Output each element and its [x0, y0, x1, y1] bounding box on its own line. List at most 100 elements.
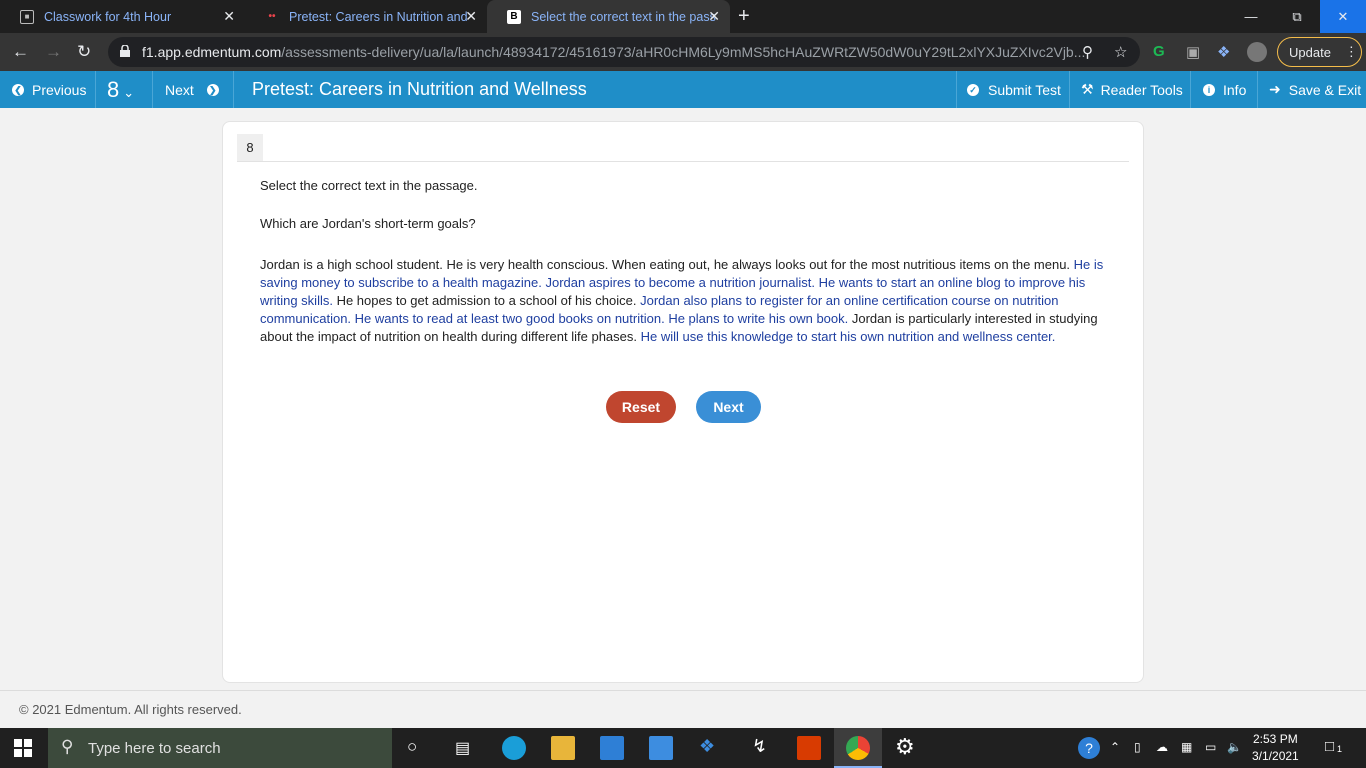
reset-button[interactable]: Reset [606, 391, 676, 423]
selectable-sentence[interactable]: He plans to write his own book. [668, 311, 848, 326]
instruction-text: Select the correct text in the passage. [260, 178, 478, 193]
info-icon: i [1203, 83, 1215, 96]
stylus-app-icon[interactable]: ↯ [752, 736, 767, 757]
taskbar: ⚲ Type here to search ○ ▤ ❖ ↯ ⚙ ? ⌃ ▯ ☁ … [0, 728, 1366, 768]
divider [152, 71, 153, 108]
tab-classwork[interactable]: ■ Classwork for 4th Hour ✕ [0, 0, 245, 33]
divider [1069, 71, 1070, 108]
store-icon[interactable] [600, 736, 624, 760]
volume-icon[interactable]: 🔈 [1227, 740, 1242, 754]
sign-out-icon: ➜ [1269, 81, 1281, 97]
battery-app-icon[interactable]: ▯ [1134, 740, 1141, 754]
tab-label: Pretest: Careers in Nutrition and [289, 9, 468, 24]
display-icon[interactable]: ▦ [1181, 740, 1192, 754]
edge-icon[interactable] [502, 736, 526, 760]
url-path: /assessments-delivery/ua/la/launch/48934… [281, 44, 1086, 60]
close-window-button[interactable]: ✕ [1320, 0, 1366, 33]
time: 2:53 PM [1253, 732, 1298, 746]
notification-icon[interactable]: □ [1325, 738, 1334, 755]
divider [956, 71, 957, 108]
forward-icon[interactable]: → [45, 43, 62, 61]
save-exit-button[interactable]: ➜ Save & Exit [1269, 71, 1361, 108]
header-next-button[interactable]: Next ❯ [165, 71, 219, 108]
tab-label: Select the correct text in the pass [531, 9, 716, 24]
reload-icon[interactable]: ↻ [77, 43, 91, 61]
footer: © 2021 Edmentum. All rights reserved. [0, 690, 1366, 728]
chrome-taskbar-button[interactable] [834, 728, 882, 768]
task-view-icon[interactable]: ▤ [455, 738, 470, 758]
lock-icon [120, 45, 130, 57]
windows-start-icon[interactable] [14, 739, 32, 757]
chevron-up-icon[interactable]: ⌃ [1110, 740, 1120, 754]
classroom-icon: ■ [20, 9, 34, 24]
close-tab-icon[interactable]: ✕ [465, 8, 477, 24]
help-icon[interactable]: ? [1078, 737, 1100, 759]
new-tab-button[interactable]: + [738, 6, 750, 26]
minimize-button[interactable]: — [1228, 0, 1274, 33]
reader-tools-button[interactable]: ⚒ Reader Tools [1081, 71, 1183, 108]
question-number-badge: 8 [237, 134, 263, 161]
divider [95, 71, 96, 108]
back-icon[interactable]: ← [12, 43, 29, 61]
dropbox-icon[interactable]: ❖ [699, 736, 715, 757]
search-placeholder: Type here to search [88, 739, 221, 757]
puzzle-icon[interactable]: ❖ [1217, 43, 1230, 61]
tab-select-text[interactable]: B Select the correct text in the pass ✕ [487, 0, 730, 33]
info-button[interactable]: i Info [1203, 71, 1246, 108]
battery-icon[interactable]: ▭ [1205, 740, 1216, 754]
reader-tools-label: Reader Tools [1100, 81, 1183, 98]
chrome-icon [846, 736, 870, 760]
date: 3/1/2021 [1252, 749, 1299, 763]
question-number: 8 [107, 76, 120, 102]
mail-icon[interactable] [649, 736, 673, 760]
extension-icon[interactable]: ▣ [1186, 43, 1200, 61]
update-label: Update [1289, 44, 1331, 60]
info-label: Info [1223, 81, 1247, 98]
next-button[interactable]: Next [696, 391, 761, 423]
arrow-right-icon: ❯ [206, 83, 219, 96]
file-explorer-icon[interactable] [551, 736, 575, 760]
tab-pretest[interactable]: •• Pretest: Careers in Nutrition and ✕ [245, 0, 487, 33]
address-bar: ← → ↻ f1.app.edmentum.com/assessments-de… [0, 33, 1366, 71]
zoom-icon[interactable]: ⚲ [1082, 43, 1093, 61]
taskbar-search[interactable]: ⚲ Type here to search [48, 728, 392, 768]
submit-test-button[interactable]: ✓ Submit Test [967, 71, 1061, 108]
question-card: 8 Select the correct text in the passage… [222, 121, 1144, 683]
check-circle-icon: ✓ [967, 83, 979, 96]
url-host: f1.app.edmentum.com [142, 44, 282, 60]
office-icon[interactable] [797, 736, 821, 760]
close-tab-icon[interactable]: ✕ [708, 8, 720, 24]
grammarly-icon[interactable]: G [1153, 43, 1165, 60]
previous-label: Previous [32, 81, 87, 98]
test-header: ❮ Previous 8 ⌄ Next ❯ Pretest: Careers i… [0, 71, 1366, 108]
url-field[interactable]: f1.app.edmentum.com/assessments-delivery… [108, 37, 1140, 67]
edmentum-icon: •• [268, 11, 276, 22]
page-title: Pretest: Careers in Nutrition and Wellne… [252, 79, 587, 99]
tab-label: Classwork for 4th Hour [44, 9, 172, 24]
onedrive-icon[interactable]: ☁ [1156, 740, 1168, 754]
divider [233, 71, 234, 108]
save-exit-label: Save & Exit [1288, 81, 1362, 98]
chevron-down-icon: ⌄ [123, 84, 135, 100]
search-icon: ⚲ [61, 737, 74, 756]
clock[interactable]: 2:53 PM 3/1/2021 [1252, 731, 1299, 765]
settings-gear-icon[interactable]: ⚙ [895, 734, 915, 760]
arrow-left-icon: ❮ [12, 83, 24, 96]
profile-avatar[interactable] [1247, 42, 1267, 62]
update-button[interactable]: Update ⋮ [1277, 37, 1362, 67]
selectable-sentence[interactable]: He will use this knowledge to start his … [641, 329, 1056, 344]
selectable-sentence[interactable]: He wants to read at least two good books… [355, 311, 665, 326]
question-selector[interactable]: 8 ⌄ [107, 71, 134, 108]
bookmark-star-icon[interactable]: ☆ [1114, 43, 1127, 61]
divider [1257, 71, 1258, 108]
close-tab-icon[interactable]: ✕ [223, 8, 235, 24]
passage-text: He hopes to get admission to a school of… [332, 293, 641, 308]
cortana-icon[interactable]: ○ [407, 737, 417, 757]
restore-button[interactable]: ⧉ [1274, 0, 1320, 33]
previous-button[interactable]: ❮ Previous [12, 71, 86, 108]
selectable-sentence[interactable]: Jordan aspires to become a nutrition jou… [545, 275, 815, 290]
notification-count: 1 [1337, 744, 1343, 754]
menu-dots-icon: ⋮ [1344, 44, 1358, 59]
question-prompt: Which are Jordan's short-term goals? [260, 216, 476, 231]
next-label: Next [165, 81, 194, 98]
